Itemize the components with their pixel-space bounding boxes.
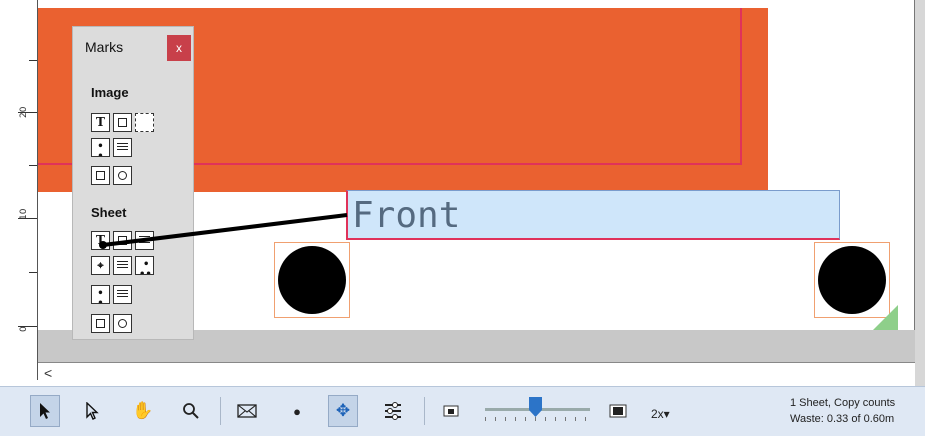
ruler-tick [29,60,37,61]
envelope-button[interactable] [232,395,262,427]
zoom-level-dropdown[interactable]: 2x▾ [651,407,670,421]
pointer-icon [40,403,50,419]
vertical-scrollbar[interactable] [915,0,925,386]
sheet-target-mark-button[interactable]: ⌖ [91,256,110,275]
sheet-rectangle-mark-button[interactable] [91,314,110,333]
horizontal-scrollbar[interactable]: < [38,362,915,388]
page-icon [118,118,127,127]
bottom-toolbar: ✋ ● ✥ 2x▾ 1 Sheet, Copy counts Waste: 0.… [0,386,925,436]
zoom-in-button[interactable] [603,395,633,427]
move-icon: ✥ [335,401,351,420]
status-line-2: Waste: 0.33 of 0.60m [790,413,895,425]
section-image-label: Image [91,85,129,100]
circle-icon [118,319,127,328]
sheet-lines-mark-button[interactable] [113,256,132,275]
dots-icon: • •• [139,259,152,275]
rectangle-icon [96,319,105,328]
image-crop-mark-button[interactable] [135,113,154,132]
ruler-label: 0 [19,326,29,332]
sheet-page-mark-button[interactable] [113,231,132,250]
registration-icon: • •⌒ [97,141,104,157]
lines-icon [117,143,128,152]
circle-icon [118,171,127,180]
corner-resize-icon[interactable] [873,305,898,330]
select-tool-button[interactable] [30,395,60,427]
large-image-icon [609,404,627,418]
scroll-left-icon[interactable]: < [44,365,52,381]
arrow-icon [86,402,99,420]
front-text-mark[interactable]: Front [346,190,840,240]
position-tool-button[interactable]: ✥ [328,395,358,427]
lines-icon [117,261,128,270]
sheet-circle-mark-button[interactable] [113,314,132,333]
sheet-fold-mark-button[interactable] [135,231,154,250]
fold-icon [139,236,150,245]
zoom-slider-thumb[interactable] [529,397,542,417]
target-icon: ⌖ [97,259,104,272]
ruler-label: 20 [19,106,29,118]
image-circle-mark-button[interactable] [113,166,132,185]
hand-tool-button[interactable]: ✋ [128,395,158,427]
sheet-lines-mark-button[interactable] [113,285,132,304]
lines-icon [117,290,128,299]
palette-title: Marks [85,39,124,55]
section-sheet-label: Sheet [91,205,127,220]
image-rectangle-mark-button[interactable] [91,166,110,185]
envelope-icon [237,404,257,418]
zoom-tool-button[interactable] [176,395,206,427]
zoom-out-button[interactable] [436,395,466,427]
direct-select-tool-button[interactable] [77,395,107,427]
zoom-slider-ticks [485,417,590,421]
image-lines-mark-button[interactable] [113,138,132,157]
rectangle-icon [96,171,105,180]
sheet-registration-mark-button[interactable]: • •⌒ [91,285,110,304]
sliders-icon [385,402,401,420]
close-button[interactable]: x [167,35,191,61]
marks-palette[interactable]: Marks x Image T • •⌒ Sheet T ⌖ ••• • •⌒ [72,26,194,340]
sheet-text-mark-button[interactable]: T [91,231,110,250]
toolbar-separator [424,397,425,425]
bleed-line [740,8,742,165]
circle-shape [818,246,886,314]
registration-icon: • •⌒ [97,288,104,304]
circle-mark-left[interactable] [274,242,350,318]
circle-shape [278,246,346,314]
image-registration-mark-button[interactable]: • •⌒ [91,138,110,157]
ruler-tick [29,165,37,166]
small-image-icon [443,405,459,417]
status-line-1: 1 Sheet, Copy counts [790,397,896,409]
adjust-button[interactable] [378,395,408,427]
page-icon [118,236,127,245]
vertical-ruler: 20 10 0 [18,0,38,380]
preview-button[interactable]: ● [282,395,312,427]
magnifier-icon [183,403,199,419]
ruler-tick [29,272,37,273]
image-text-mark-button[interactable]: T [91,113,110,132]
eye-icon: ● [293,403,301,419]
toolbar-separator [220,397,221,425]
image-page-mark-button[interactable] [113,113,132,132]
hand-icon: ✋ [132,401,154,420]
ruler-label: 10 [19,208,29,220]
status-info: 1 Sheet, Copy counts Waste: 0.33 of 0.60… [790,395,925,427]
sheet-dots-mark-button[interactable]: • •• [135,256,154,275]
